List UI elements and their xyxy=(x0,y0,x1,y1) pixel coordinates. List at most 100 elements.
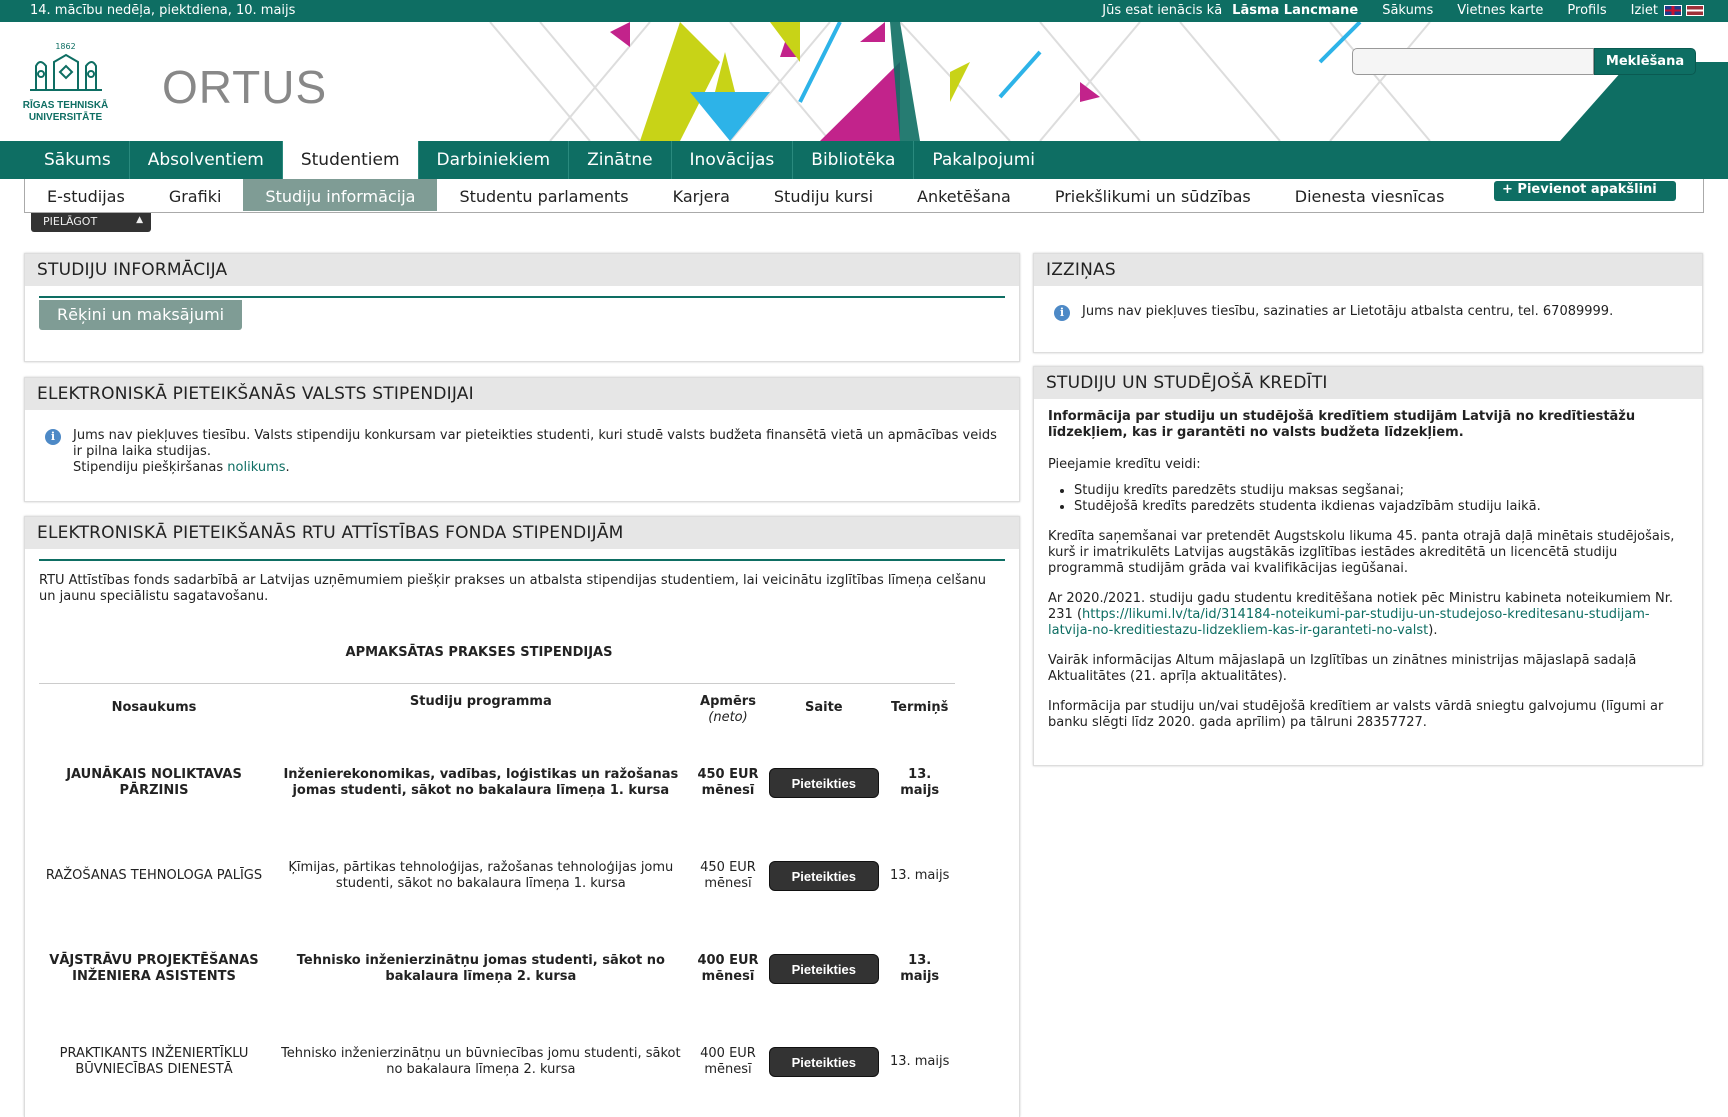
col-deadline: Termiņš xyxy=(890,700,949,715)
sub-nav-dormitories[interactable]: Dienesta viesnīcas xyxy=(1273,179,1467,211)
table-row: PRAKTIKANTS INŽENIERTĪKLU BŪVNIECĪBAS DI… xyxy=(39,1015,955,1108)
eligibility-text: Kredīta saņemšanai var pretendēt Augstsk… xyxy=(1048,529,1675,576)
week-info: 14. mācību nedēļa, piektdiena, 10. maijs xyxy=(30,3,296,18)
sub-nav-surveys[interactable]: Anketēšana xyxy=(895,179,1033,211)
row-deadline: 13. maijs xyxy=(900,952,940,984)
apply-button[interactable]: Pieteikties xyxy=(768,1046,879,1077)
row-deadline: 13. maijs xyxy=(889,867,950,883)
plus-icon: + xyxy=(1502,182,1518,197)
logged-in-label: Jūs esat ienācis kā xyxy=(1102,3,1223,18)
section-divider xyxy=(39,559,1005,561)
regulation-link[interactable]: https://likumi.lv/ta/id/314184-noteikumi… xyxy=(1048,607,1650,638)
row-deadline: 13. maijs xyxy=(889,1053,950,1069)
add-sublink-label: Pievienot apakšlini xyxy=(1517,182,1657,197)
info-icon: i xyxy=(45,429,61,445)
rules-suffix: . xyxy=(285,460,290,475)
row-amount: 450 EUR mēnesī xyxy=(697,766,759,798)
user-name[interactable]: Lāsma Lancmane xyxy=(1232,3,1358,18)
caret-up-icon: ▲ xyxy=(136,215,143,225)
list-item: Studējošā kredīts paredzēts studenta ikd… xyxy=(1074,499,1688,515)
state-scholarship-text: Jums nav piekļuves tiesību. Valsts stipe… xyxy=(73,428,997,459)
rules-link[interactable]: nolikums xyxy=(227,460,285,475)
main-nav-staff[interactable]: Darbiniekiem xyxy=(419,141,570,179)
main-nav-library[interactable]: Bibliotēka xyxy=(793,141,915,179)
sub-nav-e-studies[interactable]: E-studijas xyxy=(25,179,147,211)
row-name: RAŽOŠANAS TEHNOLOGA PALĪGS xyxy=(45,867,263,883)
sub-nav-student-parliament[interactable]: Studentu parlaments xyxy=(437,179,650,211)
apply-button[interactable]: Pieteikties xyxy=(768,860,879,891)
row-program: Tehnisko inženierzinātņu jomas studenti,… xyxy=(296,952,665,984)
loan-types-heading: Pieejamie kredītu veidi: xyxy=(1048,457,1201,472)
more-info-text: Vairāk informācijas Altum mājaslapā un I… xyxy=(1048,653,1637,684)
logo-name-line2: UNIVERSITĀTE xyxy=(28,112,103,123)
row-link-cell: Pieteikties xyxy=(763,736,884,829)
sub-nav-study-info[interactable]: Studiju informācija xyxy=(243,179,438,211)
state-scholarship-title: ELEKTRONISKĀ PIETEIKŠANĀS VALSTS STIPEND… xyxy=(25,378,1019,410)
study-info-title: STUDIJU INFORMĀCIJA xyxy=(25,254,1019,286)
top-link-logout[interactable]: Iziet xyxy=(1631,3,1658,18)
search-input[interactable] xyxy=(1352,48,1594,75)
loan-types-list: Studiju kredīts paredzēts studiju maksas… xyxy=(1074,483,1688,515)
row-name: PRAKTIKANTS INŽENIERTĪKLU BŪVNIECĪBAS DI… xyxy=(59,1045,249,1077)
row-deadline: 13. maijs xyxy=(900,766,940,798)
main-nav-alumni[interactable]: Absolventiem xyxy=(130,141,283,179)
phone-info-text: Informācija par studiju un/vai studējošā… xyxy=(1048,699,1664,730)
main-nav-innovation[interactable]: Inovācijas xyxy=(672,141,794,179)
table-row: RAŽOŠANAS TEHNOLOGA PALĪGS Ķīmijas, pārt… xyxy=(39,829,955,922)
rtu-fund-panel: ELEKTRONISKĀ PIETEIKŠANĀS RTU ATTĪSTĪBAS… xyxy=(24,516,1020,1117)
main-nav-home[interactable]: Sākums xyxy=(26,141,130,179)
add-sublink-button[interactable]: + Pievienot apakšlini xyxy=(1494,181,1676,201)
col-amount-line2: (neto) xyxy=(708,710,748,725)
info-icon: i xyxy=(1054,305,1070,321)
regulation-suffix: ). xyxy=(1428,623,1438,638)
search-bar: Meklēšana xyxy=(1352,48,1696,75)
main-nav-students[interactable]: Studentiem xyxy=(282,141,419,179)
sub-nav-suggestions[interactable]: Priekšlikumi un sūdzības xyxy=(1033,179,1273,211)
col-link: Saite xyxy=(805,700,843,715)
certificates-title: IZZIŅAS xyxy=(1034,254,1702,286)
logo-name-line1: RĪGAS TEHNISKĀ xyxy=(22,100,109,111)
apply-button[interactable]: Pieteikties xyxy=(768,953,879,984)
list-item: Studiju kredīts paredzēts studiju maksas… xyxy=(1074,483,1688,499)
top-link-sitemap[interactable]: Vietnes karte xyxy=(1457,3,1543,18)
ortus-logo[interactable]: ORTUS xyxy=(162,60,327,114)
state-scholarship-message: Jums nav piekļuves tiesību. Valsts stipe… xyxy=(73,428,1005,476)
customize-button[interactable]: PIELĀGOT ▲ xyxy=(31,213,151,232)
rtu-logo[interactable]: 1862 RĪGAS TEHNISKĀ UNIVERSITĀTE xyxy=(18,42,113,124)
main-nav-science[interactable]: Zinātne xyxy=(569,141,672,179)
invoices-payments-button[interactable]: Rēķini un maksājumi xyxy=(39,300,243,330)
top-link-home[interactable]: Sākums xyxy=(1382,3,1433,18)
paid-internships-title: APMAKSĀTAS PRAKSES STIPENDIJAS xyxy=(345,645,613,660)
loans-panel: STUDIJU UN STUDĒJOŠĀ KREDĪTI Informācija… xyxy=(1033,366,1703,766)
certificates-panel: IZZIŅAS i Jums nav piekļuves tiesību, sa… xyxy=(1033,253,1703,353)
rtu-fund-title: ELEKTRONISKĀ PIETEIKŠANĀS RTU ATTĪSTĪBAS… xyxy=(25,517,1019,549)
top-link-profile[interactable]: Profils xyxy=(1567,3,1606,18)
regulation-text: Ar 2020./2021. studiju gadu studentu kre… xyxy=(1048,591,1688,639)
sub-nav-career[interactable]: Karjera xyxy=(651,179,752,211)
sub-nav-courses[interactable]: Studiju kursi xyxy=(752,179,895,211)
state-scholarship-panel: ELEKTRONISKĀ PIETEIKŠANĀS VALSTS STIPEND… xyxy=(24,377,1020,502)
search-button[interactable]: Meklēšana xyxy=(1594,48,1696,75)
crest-icon xyxy=(29,53,102,91)
row-name: VĀJSTRĀVU PROJEKTĒŠANAS INŽENIERA ASISTE… xyxy=(49,952,259,984)
english-flag-icon[interactable] xyxy=(1664,5,1682,16)
section-divider xyxy=(39,296,1005,298)
row-program: Tehnisko inženierzinātņu un būvniecības … xyxy=(281,1045,681,1077)
sub-nav-schedules[interactable]: Grafiki xyxy=(147,179,244,211)
latvian-flag-icon[interactable] xyxy=(1686,5,1704,16)
loans-lead: Informācija par studiju un studējošā kre… xyxy=(1048,409,1636,440)
row-link-cell: Pieteikties xyxy=(763,1015,884,1108)
internships-table: Nosaukums Studiju programma Apmērs (neto… xyxy=(39,684,955,1108)
header: 1862 RĪGAS TEHNISKĀ UNIVERSITĀTE ORTUS M… xyxy=(0,22,1728,141)
col-amount-line1: Apmērs xyxy=(700,694,756,709)
certificates-message: Jums nav piekļuves tiesību, sazinaties a… xyxy=(1082,304,1614,319)
row-link-cell: Pieteikties xyxy=(763,922,884,1015)
logo-year: 1862 xyxy=(55,42,76,51)
col-name: Nosaukums xyxy=(111,700,197,715)
row-link-cell: Pieteikties xyxy=(763,829,884,922)
row-amount: 400 EUR mēnesī xyxy=(697,952,759,984)
apply-button[interactable]: Pieteikties xyxy=(768,767,879,798)
rules-prefix: Stipendiju piešķiršanas xyxy=(73,460,224,475)
main-nav-services[interactable]: Pakalpojumi xyxy=(914,141,1053,179)
study-info-panel: STUDIJU INFORMĀCIJA Rēķini un maksājumi xyxy=(24,253,1020,362)
